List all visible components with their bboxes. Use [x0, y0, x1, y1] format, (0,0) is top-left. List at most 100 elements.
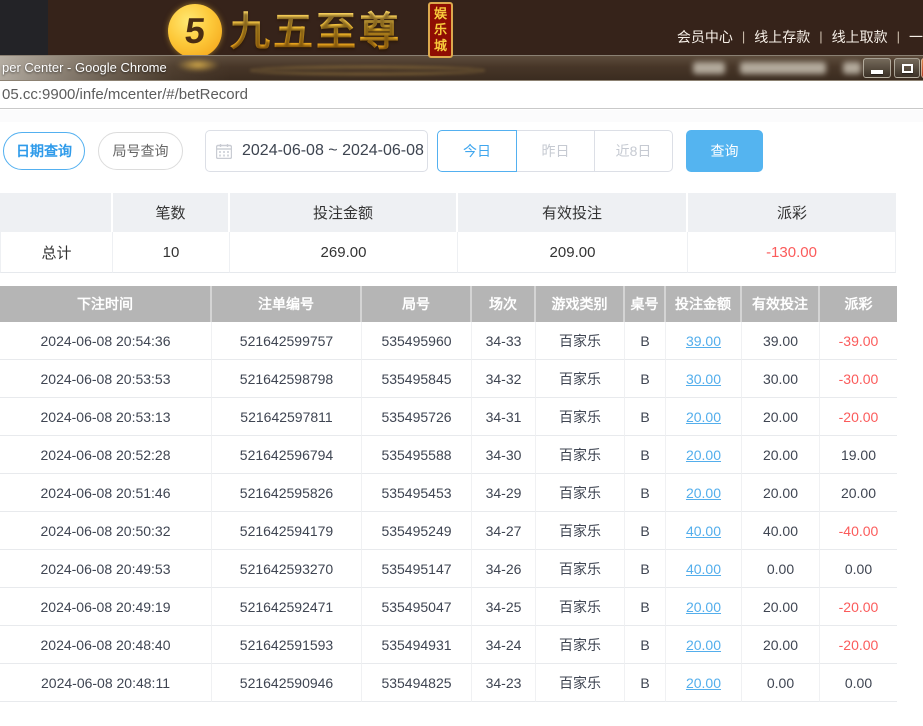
order-id: 521642596794 [212, 436, 362, 474]
table-no: B [625, 512, 666, 550]
date-range-value: 2024-06-08 ~ 2024-06-08 [242, 142, 424, 160]
last8days-button[interactable]: 近8日 [595, 130, 673, 172]
bet-amount-link[interactable]: 20.00 [686, 447, 721, 463]
nav-item[interactable]: 一键 [909, 27, 923, 47]
bet-time: 2024-06-08 20:49:53 [0, 550, 212, 588]
session: 34-32 [472, 360, 536, 398]
nav-item[interactable]: 会员中心 [677, 27, 733, 47]
valid-bet: 20.00 [742, 436, 820, 474]
bet-amount[interactable]: 20.00 [666, 398, 742, 436]
summary-valid-bet: 209.00 [458, 232, 688, 273]
nav-separator: | [819, 29, 822, 44]
payout: 0.00 [820, 550, 897, 588]
summary-total-row: 总计 10 269.00 209.00 -130.00 [0, 232, 896, 273]
valid-bet: 40.00 [742, 512, 820, 550]
table-no: B [625, 626, 666, 664]
bet-header-cell: 场次 [472, 286, 536, 322]
tab-round-query[interactable]: 局号查询 [98, 132, 183, 170]
bet-amount[interactable]: 20.00 [666, 436, 742, 474]
table-no: B [625, 322, 666, 360]
table-row: 2024-06-08 20:48:40521642591593535494931… [0, 626, 897, 664]
bet-amount-link[interactable]: 20.00 [686, 409, 721, 425]
payout: -30.00 [820, 360, 897, 398]
summary-header-row: 笔数投注金额有效投注派彩 [0, 193, 896, 232]
bet-amount-link[interactable]: 20.00 [686, 485, 721, 501]
tab-date-query[interactable]: 日期查询 [3, 132, 85, 170]
bet-amount[interactable]: 40.00 [666, 550, 742, 588]
bet-amount-link[interactable]: 30.00 [686, 371, 721, 387]
bet-time: 2024-06-08 20:50:32 [0, 512, 212, 550]
summary-total-label: 总计 [0, 232, 113, 273]
payout: -39.00 [820, 322, 897, 360]
query-button[interactable]: 查询 [686, 130, 763, 172]
bet-amount-link[interactable]: 40.00 [686, 523, 721, 539]
bet-header-cell: 桌号 [625, 286, 666, 322]
round-id: 535494931 [362, 626, 472, 664]
order-id: 521642599757 [212, 322, 362, 360]
today-button[interactable]: 今日 [437, 130, 517, 172]
bet-amount[interactable]: 20.00 [666, 588, 742, 626]
order-id: 521642594179 [212, 512, 362, 550]
order-id: 521642595826 [212, 474, 362, 512]
table-no: B [625, 664, 666, 702]
bet-amount[interactable]: 39.00 [666, 322, 742, 360]
session: 34-31 [472, 398, 536, 436]
bet-time: 2024-06-08 20:54:36 [0, 322, 212, 360]
blurred-user-info [843, 62, 861, 74]
bet-amount-link[interactable]: 20.00 [686, 675, 721, 691]
yesterday-button[interactable]: 昨日 [517, 130, 595, 172]
bet-amount-link[interactable]: 40.00 [686, 561, 721, 577]
bet-amount-link[interactable]: 39.00 [686, 333, 721, 349]
order-id: 521642590946 [212, 664, 362, 702]
valid-bet: 30.00 [742, 360, 820, 398]
session: 34-29 [472, 474, 536, 512]
logo-badge: 娱乐城 [428, 2, 453, 58]
minimize-button[interactable] [863, 58, 891, 78]
screen: 5 九五至尊 娱乐城 会员中心|线上存款|线上取款|一键 per Center … [0, 0, 923, 726]
nav-item[interactable]: 线上取款 [832, 27, 888, 47]
bet-amount[interactable]: 30.00 [666, 360, 742, 398]
payout: -20.00 [820, 398, 897, 436]
blurred-user-info [693, 62, 725, 74]
summary-header-cell: 派彩 [688, 193, 896, 232]
quick-range-group: 今日 昨日 近8日 [437, 130, 673, 172]
bet-header-cell: 注单编号 [212, 286, 362, 322]
url-text[interactable]: 05.cc:9900/infe/mcenter/#/betRecord [0, 86, 248, 103]
bet-time: 2024-06-08 20:48:11 [0, 664, 212, 702]
table-no: B [625, 588, 666, 626]
bet-amount[interactable]: 20.00 [666, 474, 742, 512]
bet-time: 2024-06-08 20:52:28 [0, 436, 212, 474]
table-no: B [625, 550, 666, 588]
table-row: 2024-06-08 20:48:11521642590946535494825… [0, 664, 897, 702]
nav-item[interactable]: 线上存款 [754, 27, 810, 47]
round-id: 535495726 [362, 398, 472, 436]
logo-coin-icon: 5 [168, 4, 222, 58]
game-type: 百家乐 [536, 550, 625, 588]
date-range-input[interactable]: 2024-06-08 ~ 2024-06-08 [205, 130, 428, 172]
maximize-button[interactable] [894, 58, 920, 78]
browser-titlebar: per Center - Google Chrome [0, 55, 923, 81]
bet-table-header-row: 下注时间注单编号局号场次游戏类别桌号投注金额有效投注派彩 [0, 286, 897, 322]
blurred-user-info [740, 62, 826, 74]
round-id: 535495453 [362, 474, 472, 512]
nav-separator: | [897, 29, 900, 44]
bet-amount[interactable]: 20.00 [666, 664, 742, 702]
valid-bet: 20.00 [742, 588, 820, 626]
table-row: 2024-06-08 20:49:53521642593270535495147… [0, 550, 897, 588]
bet-time: 2024-06-08 20:48:40 [0, 626, 212, 664]
bet-header-cell: 有效投注 [742, 286, 820, 322]
bet-time: 2024-06-08 20:49:19 [0, 588, 212, 626]
table-no: B [625, 474, 666, 512]
game-type: 百家乐 [536, 626, 625, 664]
bet-amount[interactable]: 20.00 [666, 626, 742, 664]
summary-header-cell: 笔数 [113, 193, 230, 232]
game-type: 百家乐 [536, 588, 625, 626]
valid-bet: 20.00 [742, 398, 820, 436]
address-bar[interactable]: 05.cc:9900/infe/mcenter/#/betRecord [0, 81, 923, 109]
bet-amount-link[interactable]: 20.00 [686, 637, 721, 653]
bet-amount[interactable]: 40.00 [666, 512, 742, 550]
bet-header-cell: 派彩 [820, 286, 897, 322]
table-row: 2024-06-08 20:53:53521642598798535495845… [0, 360, 897, 398]
bet-amount-link[interactable]: 20.00 [686, 599, 721, 615]
table-row: 2024-06-08 20:49:19521642592471535495047… [0, 588, 897, 626]
